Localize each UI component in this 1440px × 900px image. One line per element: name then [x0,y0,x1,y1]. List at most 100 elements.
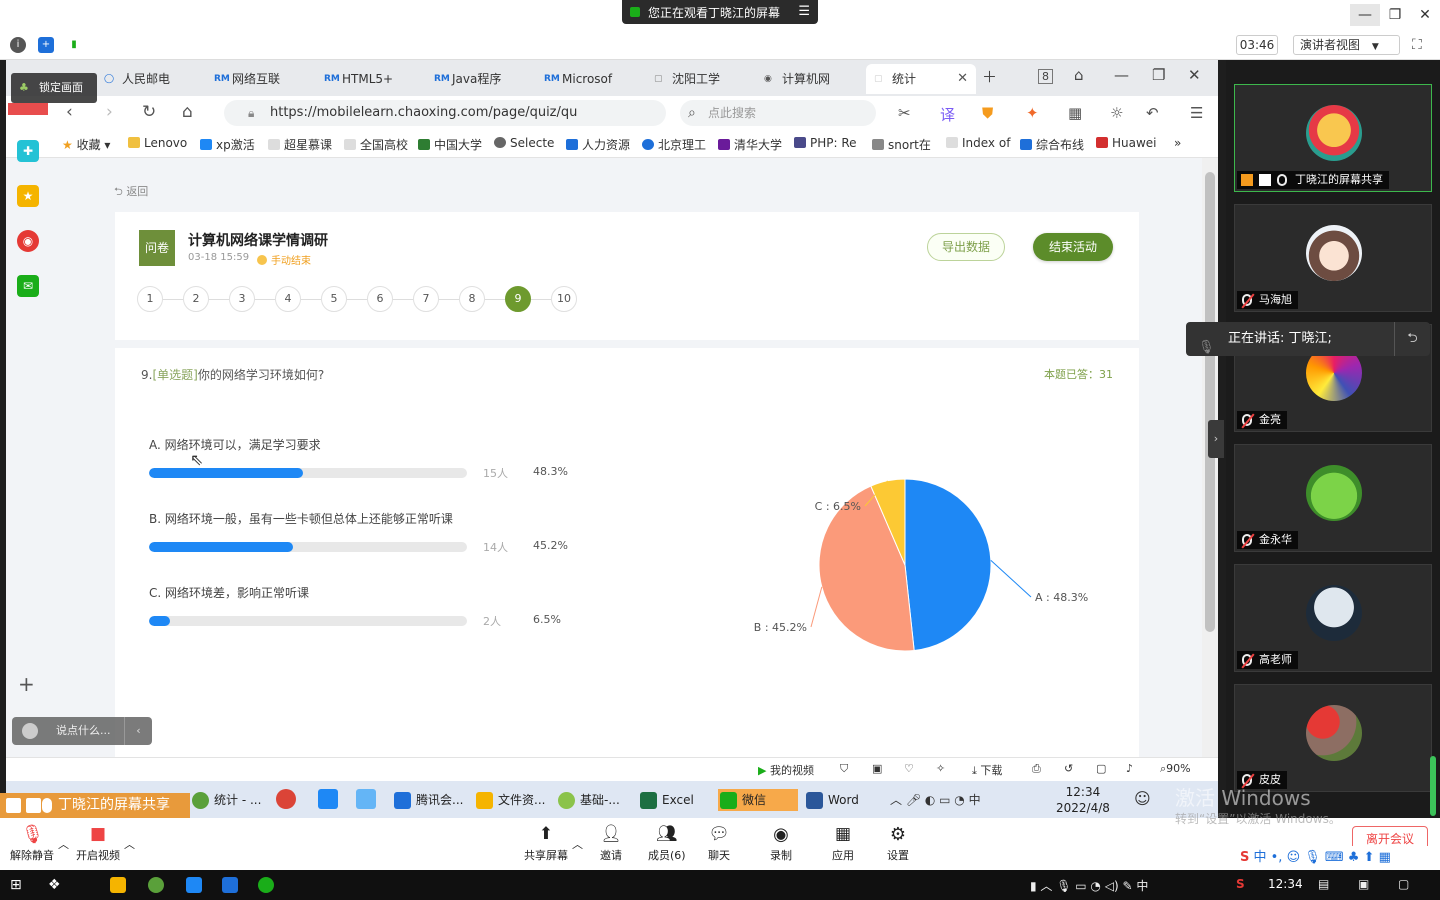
start-video-button[interactable]: ■ 开启视频 [76,824,120,863]
browser-tab[interactable]: RM Java程序 [426,64,536,94]
task-view-icon[interactable]: ❖ [48,877,64,893]
browser-tab[interactable]: RM HTML5+ [316,64,426,94]
browser-icon[interactable] [148,877,164,893]
browser-tab-active[interactable]: ▢ 统计 ✕ [866,64,976,94]
favorites-icon[interactable]: ★ [17,185,39,207]
menu-icon[interactable]: ☰ [798,4,810,19]
tab-count-icon[interactable]: 8 [1038,69,1053,84]
members-button[interactable]: 👥︎ 成员(6) [648,824,686,863]
browser-tab[interactable]: RM Microsof [536,64,646,94]
export-data-button[interactable]: 导出数据 [927,233,1005,261]
participant-tile[interactable]: 马海旭 [1234,204,1432,312]
sidebar-app-icon[interactable]: ✚ [17,140,39,162]
apps-button[interactable]: ▦ 应用 [832,824,854,863]
taskbar-item[interactable]: Excel [638,789,694,811]
shield-extension-icon[interactable]: ⛊ [982,104,993,122]
tray-icons[interactable]: ▮ ︿ 🎙︎ ▭ ◔ ◁) ✎ 中 [1030,877,1148,894]
address-bar[interactable]: 🔒︎ https://mobilelearn.chaoxing.com/page… [224,100,666,126]
bookmark-item[interactable]: 超星慕课 [268,136,332,153]
ime-toolbar[interactable]: S 中 •, ☺ 🎙︎ ⌨ ♣ ⬆ ▦ [1234,846,1440,870]
bookmark-item[interactable]: PHP: Re [794,136,857,150]
chevron-up-icon[interactable]: ︿ [124,836,135,852]
question-number[interactable]: 7 [413,286,439,312]
question-number[interactable]: 9 [505,286,531,312]
download-button[interactable]: ⤓ 下载 [972,762,1002,778]
participant-tile[interactable]: 金永华 [1234,444,1432,552]
bookmark-item[interactable]: Index of [946,136,1010,150]
grid-icon[interactable]: ▦ [1068,104,1082,122]
record-button[interactable]: ◉ 录制 [770,824,792,863]
scrollbar-thumb[interactable] [1205,172,1215,632]
my-video-button[interactable]: ▶ 我的视频 [758,762,814,778]
add-icon[interactable]: + [18,672,35,696]
reload-icon[interactable]: ↻ [142,102,156,122]
share-screen-button[interactable]: ⬆ 共享屏幕 [524,824,568,863]
question-number[interactable]: 5 [321,286,347,312]
bookmark-item[interactable]: Selecte [494,136,554,150]
browser-tab[interactable]: RM 网络互联 [206,64,316,94]
action-center-icon[interactable]: ▣ [1358,877,1369,891]
presenter-view-dropdown[interactable]: 演讲者视图 ▼ [1293,35,1400,55]
participant-tile[interactable]: 高老师 [1234,564,1432,672]
taskbar-item-active[interactable]: 微信 [718,789,798,811]
menu-icon[interactable]: ☰ [1190,104,1203,122]
bookmark-item[interactable]: 中国大学 [418,136,482,153]
search-input[interactable]: ⌕ 点此搜索 [680,100,876,126]
taskbar-item[interactable]: 基础-... [556,789,620,811]
mail-icon[interactable]: ✉ [17,275,39,297]
notification-icon[interactable]: ☺ [1134,789,1151,808]
question-number[interactable]: 10 [551,286,577,312]
restore-icon[interactable]: ❐ [1152,66,1165,84]
scissors-icon[interactable]: ✂ [898,104,911,122]
more-bookmarks-icon[interactable]: » [1174,136,1181,150]
bookmark-item[interactable]: snort在 [872,136,931,153]
chat-input[interactable]: 说点什么... ‹ [12,717,152,745]
unmute-button[interactable]: 🎙︎ 解除静音 [10,824,54,863]
chrome-icon[interactable] [276,789,296,809]
taskbar-item[interactable]: 统计 - ... [190,789,261,811]
shield-icon[interactable]: + [38,37,54,53]
fullscreen-icon[interactable]: ⛶ [1412,37,1422,53]
mail-icon[interactable] [356,789,376,809]
question-number[interactable]: 4 [275,286,301,312]
forward-icon[interactable]: › [106,102,113,122]
participant-tile[interactable]: 丁晓江的屏幕共享 [1234,84,1432,192]
question-number[interactable]: 2 [183,286,209,312]
panel-scrollbar[interactable] [1430,756,1436,816]
bookmark-item[interactable]: 北京理工 [642,136,706,153]
app-icon[interactable] [186,877,202,893]
new-tab-icon[interactable]: ＋ [982,66,997,87]
chat-icon[interactable]: ▢ [1398,877,1409,891]
reply-icon[interactable]: ⮌ [1394,322,1430,356]
bookmark-item[interactable]: ★ 收藏 ▾ [62,136,110,153]
weibo-icon[interactable]: ◉ [17,230,39,252]
home-icon[interactable]: ⌂ [182,102,193,122]
shirt-icon[interactable]: ⌂ [1074,66,1084,84]
bookmark-item[interactable]: 人力资源 [566,136,630,153]
bookmark-item[interactable]: 清华大学 [718,136,782,153]
info-icon[interactable]: i [10,37,26,53]
printer-icon[interactable]: ⎙ [1032,762,1041,776]
minimize-icon[interactable]: — [1350,4,1380,26]
windows-start-icon[interactable]: ⊞ [10,877,26,893]
question-number[interactable]: 1 [137,286,163,312]
history-icon[interactable]: ↺ [1064,762,1073,775]
restore-icon[interactable]: ❐ [1380,4,1410,26]
chevron-up-icon[interactable]: ︿ [572,836,583,852]
signal-icon[interactable]: ▮ [66,37,82,53]
pie-slice-A[interactable] [904,478,992,652]
folder-icon[interactable] [110,877,126,893]
tab-close-icon[interactable]: ✕ [957,64,968,94]
question-number[interactable]: 8 [459,286,485,312]
settings-button[interactable]: ⚙ 设置 [887,824,909,863]
heart-icon[interactable]: ♡ [904,762,914,775]
tool-icon[interactable]: ✧ [936,762,945,775]
bookmark-item[interactable]: Lenovo [128,136,187,150]
question-number[interactable]: 6 [367,286,393,312]
chevron-up-icon[interactable]: ︿ [58,836,69,852]
translate-icon[interactable]: 译 [940,104,955,125]
end-activity-button[interactable]: 结束活动 [1033,233,1113,261]
notification-icon[interactable]: ▤ [1318,877,1329,891]
app-icon[interactable] [318,789,338,809]
bookmark-item[interactable]: Huawei [1096,136,1157,150]
